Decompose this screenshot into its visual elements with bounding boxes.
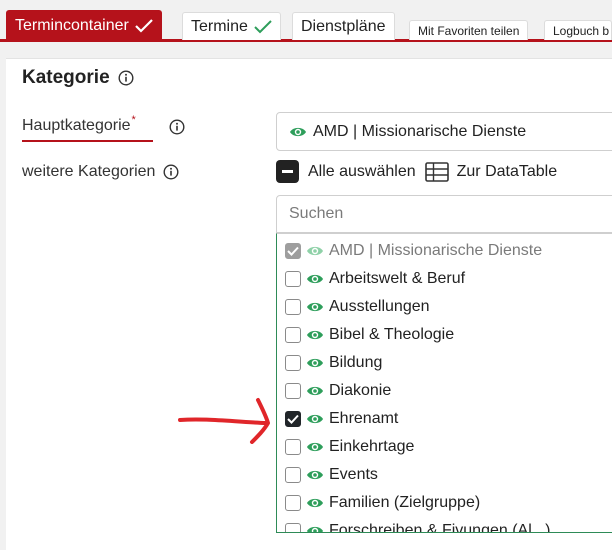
hauptkategorie-label-text: Hauptkategorie — [22, 117, 131, 134]
category-label: Bildung — [329, 354, 383, 371]
tab-label: Termincontainer — [15, 16, 129, 34]
weitere-kategorien-label: weitere Kategorien — [22, 163, 179, 181]
hauptkategorie-value: AMD | Missionarische Dienste — [313, 122, 527, 140]
tab-label: Mit Favoriten teilen — [418, 23, 520, 38]
category-label: Bibel & Theologie — [329, 326, 455, 343]
table-icon[interactable] — [424, 161, 449, 182]
required-mark: * — [131, 114, 136, 126]
tab-logbuch[interactable]: Logbuch b — [544, 20, 612, 40]
category-label: Einkehrtage — [329, 438, 415, 455]
category-label: Familien (Zielgruppe) — [329, 494, 481, 511]
eye-icon — [306, 496, 324, 510]
category-card: Kategorie Hauptkategorie* weitere Katego… — [6, 58, 612, 550]
list-actions: Alle auswählen Zur DataTable — [276, 160, 557, 183]
category-label: Ehrenamt — [329, 410, 399, 427]
tab-termine[interactable]: Termine — [182, 12, 281, 40]
info-icon[interactable] — [118, 70, 134, 86]
search-input[interactable] — [276, 195, 612, 233]
category-option[interactable]: Bibel & Theologie — [285, 321, 454, 349]
datatable-link[interactable]: Zur DataTable — [457, 163, 558, 181]
section-title: Kategorie — [22, 67, 134, 89]
category-checkbox[interactable] — [285, 495, 301, 511]
tab-termincontainer[interactable]: Termincontainer — [6, 10, 162, 40]
eye-icon — [289, 125, 307, 139]
category-label: Forschreiben & Fivungen (Al...) — [329, 522, 551, 533]
tab-bar: Termincontainer Termine Dienstpläne Mit … — [0, 0, 612, 42]
category-label: Arbeitswelt & Beruf — [329, 270, 466, 287]
category-checkbox[interactable] — [285, 523, 301, 532]
eye-icon — [306, 384, 324, 398]
info-icon[interactable] — [169, 119, 185, 135]
category-label: AMD | Missionarische Dienste — [329, 242, 543, 259]
category-checkbox[interactable] — [285, 383, 301, 399]
category-checkbox[interactable] — [285, 439, 301, 455]
hauptkategorie-label: Hauptkategorie* — [22, 114, 153, 142]
category-option[interactable]: Events — [285, 461, 378, 489]
eye-icon — [306, 412, 324, 426]
weitere-kategorien-label-text: weitere Kategorien — [22, 163, 156, 180]
category-label: Diakonie — [329, 382, 392, 399]
eye-icon — [306, 468, 324, 482]
category-checkbox[interactable] — [285, 411, 301, 427]
eye-icon — [306, 300, 324, 314]
select-all-toggle[interactable] — [276, 160, 299, 183]
category-list[interactable]: AMD | Missionarische Dienste Arbeitswelt … — [276, 233, 612, 533]
tab-mit-favoriten-teilen[interactable]: Mit Favoriten teilen — [409, 20, 529, 40]
tab-label: Logbuch b — [553, 23, 610, 38]
eye-icon — [306, 328, 324, 342]
category-option: AMD | Missionarische Dienste — [285, 237, 542, 265]
category-option[interactable]: Einkehrtage — [285, 433, 414, 461]
section-title-text: Kategorie — [22, 67, 110, 88]
tab-label: Termine — [191, 17, 248, 35]
hauptkategorie-select[interactable]: AMD | Missionarische Dienste — [276, 112, 612, 151]
category-option[interactable]: Diakonie — [285, 377, 391, 405]
category-option[interactable]: Bildung — [285, 349, 382, 377]
category-checkbox[interactable] — [285, 271, 301, 287]
tab-label: Dienstpläne — [301, 17, 386, 35]
category-option[interactable]: Arbeitswelt & Beruf — [285, 265, 465, 293]
category-option[interactable]: Familien (Zielgruppe) — [285, 489, 480, 517]
arrow-annotation — [176, 392, 276, 449]
eye-icon — [306, 440, 324, 454]
info-icon[interactable] — [163, 164, 179, 180]
tab-dienstplaene[interactable]: Dienstpläne — [292, 12, 395, 40]
eye-icon — [306, 272, 324, 286]
eye-icon — [306, 244, 324, 258]
eye-icon — [306, 524, 324, 532]
category-option[interactable]: Forschreiben & Fivungen (Al...) — [285, 517, 551, 533]
select-all-label[interactable]: Alle auswählen — [308, 163, 416, 181]
category-checkbox[interactable] — [285, 467, 301, 483]
category-label: Ausstellungen — [329, 298, 430, 315]
category-label: Events — [329, 466, 378, 483]
category-checkbox[interactable] — [285, 355, 301, 371]
check-icon — [135, 18, 153, 33]
category-checkbox[interactable] — [285, 327, 301, 343]
category-checkbox — [285, 243, 301, 259]
category-option[interactable]: Ehrenamt — [285, 405, 398, 433]
category-checkbox[interactable] — [285, 299, 301, 315]
check-icon — [254, 19, 272, 34]
eye-icon — [306, 356, 324, 370]
category-option[interactable]: Ausstellungen — [285, 293, 430, 321]
